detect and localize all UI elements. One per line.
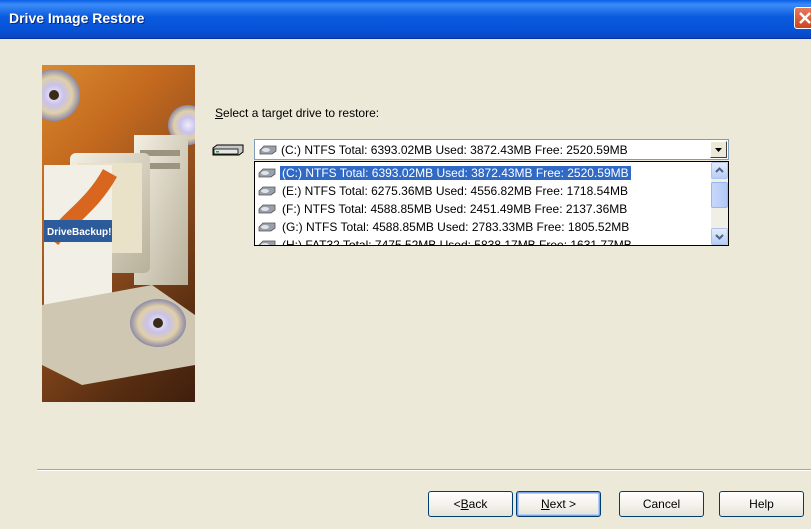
next-label: ext > <box>549 497 577 511</box>
combobox-text: (C:) NTFS Total: 6393.02MB Used: 3872.43… <box>281 143 628 157</box>
target-drive-label: Select a target drive to restore: <box>215 106 379 120</box>
list-item-label: (H:) FAT32 Total: 7475.52MB Used: 5838.1… <box>282 238 632 246</box>
help-label: Help <box>749 497 774 511</box>
back-label: ack <box>468 497 488 511</box>
list-item-label: (E:) NTFS Total: 6275.36MB Used: 4556.82… <box>282 184 628 198</box>
label-text: elect a target drive to restore: <box>223 106 380 120</box>
banner-product-name: DriveBackup! <box>47 227 111 238</box>
back-button[interactable]: < Back <box>428 491 513 517</box>
target-drive-combobox[interactable]: (C:) NTFS Total: 6393.02MB Used: 3872.43… <box>254 139 729 160</box>
list-item-label: (C:) NTFS Total: 6393.02MB Used: 3872.43… <box>279 165 632 181</box>
back-prefix: < <box>453 497 461 511</box>
scroll-thumb[interactable] <box>711 182 728 208</box>
chevron-down-icon <box>715 148 722 152</box>
back-mnemonic: B <box>460 497 469 511</box>
next-mnemonic: N <box>540 497 550 511</box>
combobox-dropdown-button[interactable] <box>710 141 727 158</box>
next-button[interactable]: Next > <box>516 491 601 517</box>
hard-drive-icon <box>212 144 244 156</box>
list-item-label: (F:) NTFS Total: 4588.85MB Used: 2451.49… <box>282 202 628 216</box>
list-item[interactable]: (E:) NTFS Total: 6275.36MB Used: 4556.82… <box>258 183 630 199</box>
hard-drive-icon <box>258 186 276 196</box>
list-item[interactable]: (C:) NTFS Total: 6393.02MB Used: 3872.43… <box>258 165 632 181</box>
hard-drive-icon <box>258 204 276 214</box>
list-item[interactable]: (F:) NTFS Total: 4588.85MB Used: 2451.49… <box>258 201 629 217</box>
product-banner-image: DriveBackup! <box>42 65 195 402</box>
scroll-up-button[interactable] <box>711 162 728 179</box>
hard-drive-icon <box>258 168 276 178</box>
drive-list[interactable]: (C:) NTFS Total: 6393.02MB Used: 3872.43… <box>254 161 729 246</box>
computer-illustration: DriveBackup! <box>42 69 195 385</box>
cancel-label: Cancel <box>642 497 681 511</box>
scroll-down-button[interactable] <box>711 228 728 245</box>
close-button[interactable] <box>794 7 811 29</box>
cancel-button[interactable]: Cancel <box>619 491 704 517</box>
list-item[interactable]: (H:) FAT32 Total: 7475.52MB Used: 5838.1… <box>258 237 634 246</box>
hard-drive-icon <box>259 145 277 155</box>
combobox-selected-value: (C:) NTFS Total: 6393.02MB Used: 3872.43… <box>259 143 628 157</box>
list-scrollbar[interactable] <box>711 162 728 245</box>
list-item-label: (G:) NTFS Total: 4588.85MB Used: 2783.33… <box>282 220 630 234</box>
list-item[interactable]: (G:) NTFS Total: 4588.85MB Used: 2783.33… <box>258 219 631 235</box>
chevron-down-icon <box>715 234 724 240</box>
button-separator <box>37 469 811 471</box>
help-button[interactable]: Help <box>719 491 804 517</box>
chevron-up-icon <box>715 167 724 173</box>
label-mnemonic: S <box>215 106 224 120</box>
hard-drive-icon <box>258 222 276 232</box>
hard-drive-icon <box>258 240 276 245</box>
close-icon <box>799 12 811 24</box>
window-title: Drive Image Restore <box>9 10 145 26</box>
title-bar: Drive Image Restore <box>0 0 811 39</box>
